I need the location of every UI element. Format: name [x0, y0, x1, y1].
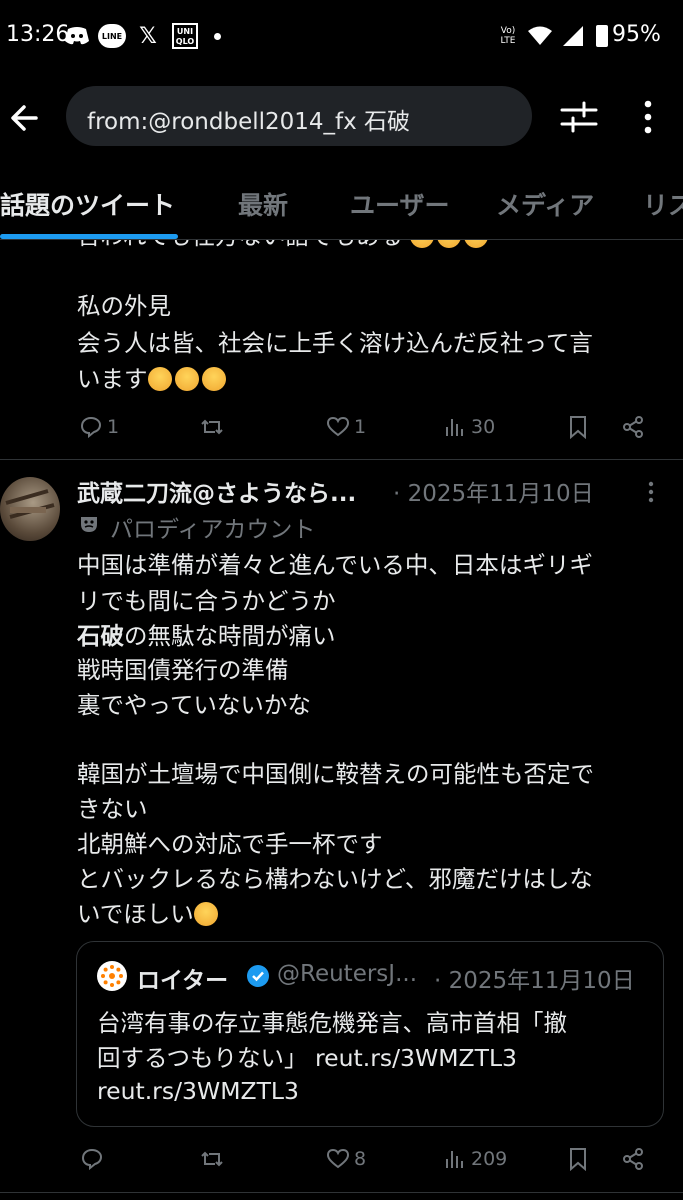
- pleading-emoji: [201, 367, 226, 391]
- parody-badge: パロディアカウント: [110, 517, 316, 543]
- heart-icon: [326, 416, 350, 437]
- tab-top[interactable]: 話題のツイート: [0, 186, 175, 222]
- battery-icon: [595, 22, 609, 50]
- tweet-divider: [0, 1192, 683, 1193]
- reply-icon: [80, 416, 102, 439]
- tweet-line-cut-text: 言われても仕方ない話でもある: [77, 240, 403, 250]
- pleading-emoji: [147, 367, 172, 391]
- tab-lists[interactable]: リス: [643, 186, 683, 222]
- reply-icon: [81, 1148, 103, 1171]
- tweet-line: 北朝鮮への対応で手一杯です: [77, 830, 383, 858]
- tweet-line: 韓国が土壇場で中国側に鞍替えの可能性も否定で: [77, 760, 594, 788]
- pleading-emoji: [174, 367, 199, 391]
- dot-icon: [210, 22, 224, 50]
- uniqlo-icon: UNI QLO: [171, 22, 199, 50]
- wifi-icon: [526, 22, 554, 50]
- quote-line: 回するつもりない」 reut.rs/3WMZTL3: [97, 1044, 517, 1072]
- tweet-line-text: います: [77, 365, 148, 393]
- line-icon: LINE: [97, 22, 127, 50]
- tweet-menu-button[interactable]: [636, 478, 666, 506]
- bar-chart-icon: [446, 1151, 463, 1168]
- search-highlight: 石破: [77, 622, 124, 650]
- tweet-line: 中国は準備が着々と進んでいる中、日本はギリギ: [77, 551, 593, 579]
- arrow-left-icon: [11, 105, 38, 131]
- tab-media[interactable]: メディア: [496, 186, 594, 222]
- retweet-button[interactable]: [200, 411, 224, 443]
- share-icon: [623, 416, 643, 438]
- discord-icon: [62, 22, 92, 50]
- tweet-line-text: いでほしい: [77, 900, 194, 928]
- like-count: 1: [354, 416, 367, 438]
- back-button[interactable]: [6, 96, 50, 140]
- bar-chart-icon: [446, 419, 463, 436]
- filter-button[interactable]: [558, 96, 600, 138]
- uniqlo-icon-label: UNI QLO: [172, 23, 198, 49]
- tweet-line-last: いでほしい: [77, 896, 221, 932]
- battery-percent: 95%: [612, 22, 661, 47]
- sliders-icon: [560, 101, 598, 133]
- reply-button[interactable]: 1: [79, 411, 119, 443]
- pensive-emoji: [437, 240, 462, 248]
- views-button[interactable]: 209: [443, 1143, 507, 1175]
- like-button[interactable]: 1: [326, 411, 366, 443]
- tweet-line: 戦時国債発行の準備: [77, 656, 289, 684]
- pensive-emoji: [410, 240, 435, 248]
- retweet-icon: [201, 419, 223, 435]
- share-button[interactable]: [621, 1143, 645, 1175]
- quote-line: reut.rs/3WMZTL3: [97, 1077, 299, 1105]
- more-vertical-icon: [648, 481, 654, 503]
- retweet-icon: [201, 1151, 223, 1167]
- quote-date: · 2025年11月10日: [434, 968, 635, 994]
- share-icon: [623, 1148, 643, 1170]
- reply-count: 1: [107, 416, 120, 438]
- view-count: 30: [471, 416, 496, 438]
- tweet-divider: [0, 459, 683, 460]
- tweet-line-text: の無駄な時間が痛い: [124, 622, 336, 650]
- tweet-line: きない: [77, 795, 148, 823]
- verified-icon: [246, 964, 270, 988]
- reuters-logo: [97, 961, 127, 991]
- share-button[interactable]: [621, 411, 645, 443]
- retweet-button[interactable]: [200, 1143, 224, 1175]
- quote-line: 台湾有事の存立事態危機発言、高市首相「撤: [97, 1009, 567, 1037]
- tweet-line: リでも間に合うかどうか: [77, 587, 336, 615]
- reply-button[interactable]: [80, 1143, 108, 1175]
- parody-mask-icon: [79, 514, 99, 534]
- author-name[interactable]: 武蔵二刀流@さようなら...: [77, 474, 356, 508]
- bookmark-button[interactable]: [566, 411, 590, 443]
- quote-author-name: ロイター: [137, 968, 229, 994]
- tab-users[interactable]: ユーザー: [350, 186, 450, 222]
- woozy-emoji: [193, 902, 218, 926]
- line-icon-label: LINE: [98, 24, 126, 48]
- tweet-date[interactable]: · 2025年11月10日: [393, 474, 594, 508]
- status-bar: 13:26 LINE 𝕏 UNI QLO Vo) LTE 95%: [0, 0, 683, 72]
- tweet-line: 私の外見: [77, 292, 171, 320]
- views-button[interactable]: 30: [443, 411, 495, 443]
- tab-latest[interactable]: 最新: [238, 186, 288, 222]
- tweet-line-highlight: 石破の無駄な時間が痛い: [77, 618, 336, 654]
- like-button[interactable]: 8: [326, 1143, 366, 1175]
- status-time: 13:26: [6, 22, 70, 47]
- signal-icon: [560, 22, 586, 50]
- x-icon: 𝕏: [139, 23, 157, 49]
- pensive-emoji: [464, 240, 489, 248]
- bookmark-button[interactable]: [566, 1143, 590, 1175]
- more-options-button[interactable]: [630, 96, 666, 138]
- tweet-line-cut: 言われても仕方ない話でもある: [77, 240, 491, 254]
- like-count: 8: [354, 1148, 367, 1170]
- view-count: 209: [471, 1148, 508, 1170]
- heart-icon: [326, 1148, 350, 1169]
- search-query[interactable]: from:@rondbell2014_fx 石破: [87, 102, 410, 136]
- tweet-line: 裏でやっていないかな: [77, 691, 311, 719]
- bookmark-icon: [570, 416, 586, 439]
- quote-handle: @ReutersJ...: [277, 961, 417, 987]
- tweet-line: 会う人は皆、社会に上手く溶け込んだ反社って言: [77, 329, 593, 357]
- volte-label: Vo) LTE: [500, 26, 516, 46]
- bookmark-icon: [570, 1148, 586, 1171]
- more-vertical-icon: [644, 100, 652, 134]
- avatar[interactable]: [0, 477, 60, 541]
- tweet-line: とバックレるなら構わないけど、邪魔だけはしな: [77, 865, 593, 893]
- tweet-line-last: います: [77, 361, 229, 397]
- tweet-cutoff-clip: 言われても仕方ない話でもある: [0, 240, 683, 256]
